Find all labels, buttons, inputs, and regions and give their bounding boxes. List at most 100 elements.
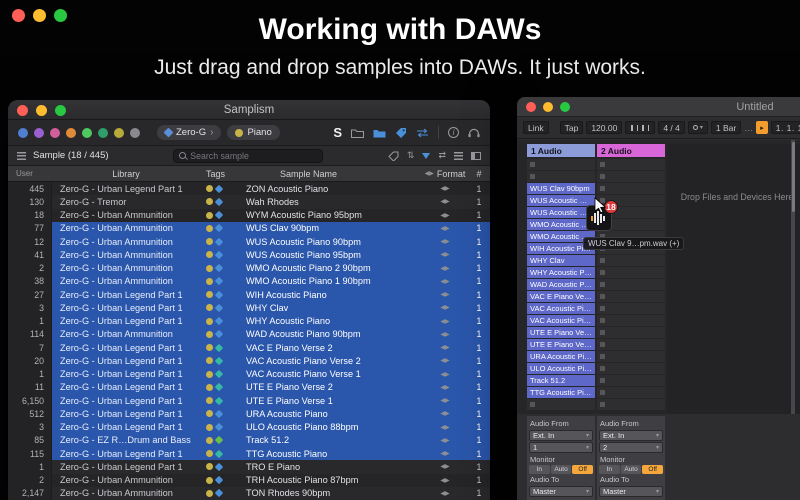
monitor-off-button[interactable]: Off — [572, 465, 594, 474]
folder-icon[interactable] — [351, 128, 364, 138]
table-row[interactable]: 114 Zero-G - Urban Ammunition WAD Acoustic… — [8, 327, 490, 341]
search-input[interactable] — [190, 150, 318, 161]
clip-slot[interactable]: URA Acoustic Piano — [527, 351, 595, 362]
table-row[interactable]: 38 Zero-G - Urban Ammunition WMO Acoustic … — [8, 274, 490, 288]
empty-clip-slot[interactable] — [527, 159, 595, 170]
output-chooser[interactable]: Master ▾ — [529, 486, 593, 497]
color-tag-dot[interactable] — [66, 127, 76, 138]
color-tag-dot[interactable] — [98, 127, 108, 138]
table-row[interactable]: 2 Zero-G - Urban Ammunition WMO Acoustic P… — [8, 261, 490, 275]
empty-clip-slot[interactable] — [597, 279, 665, 290]
empty-clip-slot[interactable] — [597, 255, 665, 266]
table-row[interactable]: 130 Zero-G - Tremor Wah Rhodes ◀▶ 1 — [8, 195, 490, 209]
zoom-button[interactable] — [560, 102, 570, 112]
input-type-chooser[interactable]: Ext. In ▾ — [529, 430, 593, 441]
table-row[interactable]: 1 Zero-G - Urban Legend Part 1 VAC Acousti… — [8, 367, 490, 381]
monitor-auto-button[interactable]: Auto — [620, 465, 642, 474]
table-row[interactable]: 6,150 Zero-G - Urban Legend Part 1 UTE E P… — [8, 394, 490, 408]
clip-slot[interactable]: WUS Acoustic Piano 90bpm — [527, 195, 595, 206]
empty-clip-slot[interactable] — [597, 159, 665, 170]
minimize-button[interactable] — [33, 9, 46, 22]
samplism-titlebar[interactable]: Samplism — [8, 100, 490, 120]
table-row[interactable]: 12 Zero-G - Urban Ammunition WUS Acoustic … — [8, 235, 490, 249]
empty-clip-slot[interactable] — [597, 183, 665, 194]
close-button[interactable] — [526, 102, 536, 112]
zoom-button[interactable] — [54, 9, 67, 22]
swap-arrows-icon[interactable] — [416, 128, 429, 138]
table-row[interactable]: 2,147 Zero-G - Urban Ammunition TON Rhodes… — [8, 486, 490, 500]
close-button[interactable] — [12, 9, 25, 22]
color-tag-dot[interactable] — [18, 127, 28, 138]
clip-slot[interactable]: UTE E Piano Verse 2 — [527, 327, 595, 338]
minimize-button[interactable] — [543, 102, 553, 112]
monitor-in-button[interactable]: In — [599, 465, 620, 474]
table-row[interactable]: 1 Zero-G - Urban Legend Part 1 TRO E Piano… — [8, 460, 490, 474]
input-channel-chooser[interactable]: 2 ▾ — [599, 442, 663, 453]
side-panel-icon[interactable] — [471, 151, 482, 160]
table-row[interactable]: 1 Zero-G - Urban Legend Part 1 WHY Acousti… — [8, 314, 490, 328]
clip-slot[interactable]: WAD Acoustic Piano 90bpm — [527, 279, 595, 290]
color-tag-dot[interactable] — [34, 127, 44, 138]
empty-clip-slot[interactable] — [597, 399, 665, 410]
clip-slot[interactable]: UTE E Piano Verse 1 — [527, 339, 595, 350]
empty-clip-slot[interactable] — [597, 387, 665, 398]
list-menu-icon[interactable] — [17, 151, 26, 160]
zoom-button[interactable] — [55, 105, 66, 116]
clip-slot[interactable]: WHY Clav — [527, 255, 595, 266]
empty-clip-slot[interactable] — [597, 291, 665, 302]
empty-clip-slot[interactable] — [597, 303, 665, 314]
clip-slot[interactable]: Track 51.2 — [527, 375, 595, 386]
column-library[interactable]: Library — [52, 169, 200, 179]
table-row[interactable]: 27 Zero-G - Urban Legend Part 1 WIH Acoust… — [8, 288, 490, 302]
metronome-button[interactable]: ▾ — [687, 121, 708, 134]
empty-clip-slot[interactable] — [597, 363, 665, 374]
filter-chip[interactable]: Zero-G › — [157, 125, 222, 140]
headphones-icon[interactable] — [468, 128, 480, 138]
punch-marker[interactable]: ▸ — [756, 121, 768, 134]
empty-clip-slot[interactable] — [597, 315, 665, 326]
color-tag-dot[interactable] — [114, 127, 124, 138]
clip-slot[interactable]: WHY Acoustic Piano — [527, 267, 595, 278]
clip-slot[interactable]: TTG Acoustic Piano — [527, 387, 595, 398]
table-row[interactable]: 41 Zero-G - Urban Ammunition WUS Acoustic … — [8, 248, 490, 262]
empty-clip-slot[interactable] — [527, 171, 595, 182]
table-row[interactable]: 3 Zero-G - Urban Legend Part 1 ULO Acousti… — [8, 420, 490, 434]
time-signature-field[interactable]: 4 / 4 — [658, 121, 685, 134]
smart-view-button[interactable]: S — [333, 125, 342, 140]
tag-icon[interactable] — [395, 127, 407, 138]
empty-clip-slot[interactable] — [527, 399, 595, 410]
filter-chip[interactable]: Piano — [227, 125, 280, 140]
table-header[interactable]: User Library Tags Sample Name ◀▶ Format # — [8, 166, 490, 182]
link-button[interactable]: Link — [523, 121, 549, 134]
output-chooser[interactable]: Master ▾ — [599, 486, 663, 497]
table-row[interactable]: 445 Zero-G - Urban Legend Part 1 ZON Acous… — [8, 182, 490, 196]
sort-icon[interactable]: ⇅ — [407, 150, 415, 161]
empty-clip-slot[interactable] — [597, 351, 665, 362]
column-count[interactable]: # — [468, 169, 490, 179]
monitor-off-button[interactable]: Off — [642, 465, 664, 474]
table-row[interactable]: 11 Zero-G - Urban Legend Part 1 UTE E Pian… — [8, 380, 490, 394]
scrollbar-thumb[interactable] — [791, 142, 795, 212]
column-tags[interactable]: Tags — [200, 169, 246, 179]
close-button[interactable] — [17, 105, 28, 116]
tap-tempo-button[interactable]: Tap — [559, 121, 584, 134]
clip-slot[interactable]: ULO Acoustic Piano 88bpm — [527, 363, 595, 374]
input-channel-chooser[interactable]: 1 ▾ — [529, 442, 593, 453]
color-tag-dot[interactable] — [82, 127, 92, 138]
table-row[interactable]: 2 Zero-G - Urban Ammunition TRH Acoustic P… — [8, 473, 490, 487]
clip-slot[interactable]: WMO Acoustic Piano 2 90bpm — [527, 219, 595, 230]
table-row[interactable]: 3 Zero-G - Urban Legend Part 1 WHY Clav ◀▶ 1 — [8, 301, 490, 315]
clip-slot[interactable]: WUS Clav 90bpm — [527, 183, 595, 194]
color-tag-dot[interactable] — [130, 127, 140, 138]
tempo-field[interactable]: 120.00 — [586, 121, 623, 134]
clip-slot[interactable]: VAC E Piano Verse 2 — [527, 291, 595, 302]
list-view-icon[interactable] — [454, 151, 464, 160]
track-1-header[interactable]: 1 Audio — [527, 144, 595, 157]
clip-slot[interactable]: VAC Acoustic Piano Verse 2 — [527, 303, 595, 314]
table-row[interactable]: 20 Zero-G - Urban Legend Part 1 VAC Acoust… — [8, 354, 490, 368]
shuffle-icon[interactable]: ⇄ — [438, 150, 446, 161]
info-icon[interactable]: i — [448, 127, 459, 138]
empty-clip-slot[interactable] — [597, 339, 665, 350]
tag-filter-icon[interactable] — [388, 151, 399, 161]
empty-clip-slot[interactable] — [597, 375, 665, 386]
